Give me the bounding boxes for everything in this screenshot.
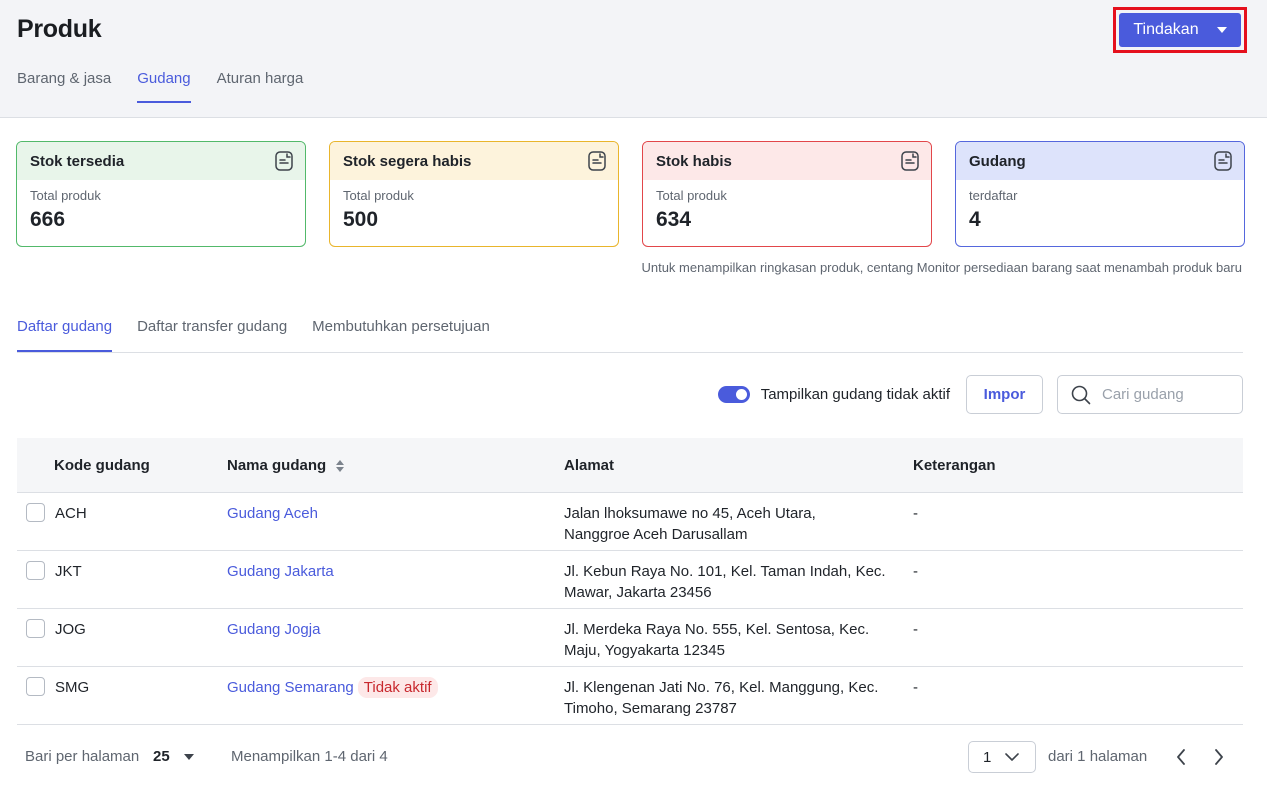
card-subtitle: Total produk: [656, 188, 727, 203]
column-header-alamat: Alamat: [564, 457, 615, 474]
address-line-1: Jl. Merdeka Raya No. 555, Kel. Sentosa, …: [564, 621, 870, 638]
caret-down-icon: [183, 753, 194, 760]
card-title: Stok habis: [656, 152, 732, 170]
row-checkbox[interactable]: [26, 503, 45, 522]
caret-down-icon: [1216, 27, 1227, 33]
cell-address: Jl. Klengenan Jati No. 76, Kel. Manggung…: [564, 677, 878, 719]
cell-name-link[interactable]: Gudang Aceh: [227, 503, 318, 524]
column-header-kode: Kode gudang: [54, 457, 150, 474]
show-inactive-toggle[interactable]: [717, 386, 750, 403]
address-line-1: Jl. Kebun Raya No. 101, Kel. Taman Indah…: [564, 563, 886, 580]
cell-code: SMG: [55, 679, 90, 696]
cell-name-link[interactable]: Gudang Semarang: [227, 679, 354, 696]
cell-note: -: [913, 563, 918, 580]
card-value: 4: [969, 208, 981, 231]
table-row: SMG Gudang Semarang Tidak aktif Jl. Kleng…: [17, 667, 1243, 725]
page-title: Produk: [17, 15, 102, 43]
warehouse-tabs: Daftar gudang Daftar transfer gudang Mem…: [17, 318, 1243, 353]
cell-note: -: [913, 505, 918, 522]
tab-daftar-transfer-gudang[interactable]: Daftar transfer gudang: [137, 318, 287, 352]
next-page-icon[interactable]: [1214, 749, 1224, 765]
cell-code: JOG: [55, 621, 86, 638]
row-checkbox[interactable]: [26, 619, 45, 638]
summary-cards: Stok tersedia Total produk 666 Stok sege…: [16, 141, 1245, 247]
total-pages-label: dari 1 halaman: [1048, 748, 1148, 765]
chevron-down-icon: [1005, 752, 1020, 761]
product-tabs: Barang & jasa Gudang Aturan harga: [17, 70, 329, 103]
search-icon: [1071, 385, 1091, 404]
cell-name-link[interactable]: Gudang Jogja: [227, 619, 320, 640]
document-icon[interactable]: [275, 151, 293, 171]
actions-button-label: Tindakan: [1133, 21, 1199, 38]
document-icon[interactable]: [1214, 151, 1232, 171]
column-header-keterangan: Keterangan: [913, 457, 996, 474]
table-footer: Bari per halaman 25 Menampilkan 1-4 dari…: [25, 741, 1242, 773]
tab-membutuhkan-persetujuan[interactable]: Membutuhkan persetujuan: [312, 318, 490, 352]
cell-code: JKT: [55, 563, 82, 580]
showing-count: Menampilkan 1-4 dari 4: [231, 748, 388, 765]
cell-code: ACH: [55, 505, 87, 522]
search-input[interactable]: [1102, 386, 1232, 403]
card-value: 666: [30, 208, 66, 231]
table-header: Kode gudang Nama gudang Alamat Keteranga…: [17, 438, 1243, 493]
cell-note: -: [913, 621, 918, 638]
document-icon[interactable]: [901, 151, 919, 171]
table-row: ACH Gudang Aceh Jalan lhoksumawe no 45, …: [17, 493, 1243, 551]
summary-hint: Untuk menampilkan ringkasan produk, cent…: [641, 260, 1242, 275]
address-line-2: Timoho, Semarang 23787: [564, 700, 737, 717]
rows-per-page-label: Bari per halaman: [25, 748, 140, 765]
card-title: Stok segera habis: [343, 152, 472, 170]
rows-per-page-select[interactable]: 25: [153, 748, 194, 765]
cell-name-link[interactable]: Gudang Jakarta: [227, 561, 334, 582]
action-button-highlight: Tindakan: [1113, 7, 1247, 53]
address-line-1: Jalan lhoksumawe no 45, Aceh Utara,: [564, 505, 816, 522]
cell-address: Jalan lhoksumawe no 45, Aceh Utara, Nangg…: [564, 503, 816, 545]
card-stok-segera-habis: Stok segera habis Total produk 500: [329, 141, 619, 247]
row-checkbox[interactable]: [26, 677, 45, 696]
address-line-2: Maju, Yogyakarta 12345: [564, 642, 725, 659]
card-title: Stok tersedia: [30, 152, 125, 170]
card-value: 500: [343, 208, 379, 231]
cell-note: -: [913, 679, 918, 696]
previous-page-icon[interactable]: [1176, 749, 1186, 765]
rows-per-page-value: 25: [153, 748, 170, 765]
search-box: [1057, 375, 1243, 414]
tab-gudang[interactable]: Gudang: [137, 70, 191, 103]
table-row: JOG Gudang Jogja Jl. Merdeka Raya No. 55…: [17, 609, 1243, 667]
page-select[interactable]: 1: [968, 741, 1036, 773]
import-button[interactable]: Impor: [966, 375, 1043, 414]
address-line-2: Mawar, Jakarta 23456: [564, 584, 712, 601]
table-row: JKT Gudang Jakarta Jl. Kebun Raya No. 10…: [17, 551, 1243, 609]
tab-barang-jasa[interactable]: Barang & jasa: [17, 70, 111, 103]
address-line-1: Jl. Klengenan Jati No. 76, Kel. Manggung…: [564, 679, 879, 696]
row-checkbox[interactable]: [26, 561, 45, 580]
document-icon[interactable]: [588, 151, 606, 171]
column-header-nama[interactable]: Nama gudang: [227, 457, 345, 474]
card-gudang: Gudang terdaftar 4: [955, 141, 1245, 247]
status-badge: Tidak aktif: [357, 677, 438, 698]
card-value: 634: [656, 208, 692, 231]
cell-name: Gudang Semarang Tidak aktif: [227, 677, 438, 698]
page-select-value: 1: [983, 748, 992, 766]
actions-dropdown-button[interactable]: Tindakan: [1119, 13, 1241, 47]
page-header: Produk Tindakan Barang & jasa Gudang Atu…: [0, 0, 1267, 118]
table-toolbar: Tampilkan gudang tidak aktif Impor: [717, 375, 1243, 414]
cell-address: Jl. Kebun Raya No. 101, Kel. Taman Indah…: [564, 561, 886, 603]
tab-aturan-harga[interactable]: Aturan harga: [217, 70, 304, 103]
card-subtitle: terdaftar: [969, 188, 1018, 203]
tab-daftar-gudang[interactable]: Daftar gudang: [17, 318, 113, 352]
card-stok-habis: Stok habis Total produk 634: [642, 141, 932, 247]
card-subtitle: Total produk: [343, 188, 414, 203]
address-line-2: Nanggroe Aceh Darusallam: [564, 526, 748, 543]
card-stok-tersedia: Stok tersedia Total produk 666: [16, 141, 306, 247]
warehouse-table: Kode gudang Nama gudang Alamat Keteranga…: [17, 438, 1243, 725]
column-header-nama-label: Nama gudang: [227, 457, 327, 474]
show-inactive-label: Tampilkan gudang tidak aktif: [760, 386, 950, 403]
card-subtitle: Total produk: [30, 188, 101, 203]
sort-icon[interactable]: [336, 460, 345, 473]
card-title: Gudang: [969, 152, 1026, 170]
cell-address: Jl. Merdeka Raya No. 555, Kel. Sentosa, …: [564, 619, 869, 661]
